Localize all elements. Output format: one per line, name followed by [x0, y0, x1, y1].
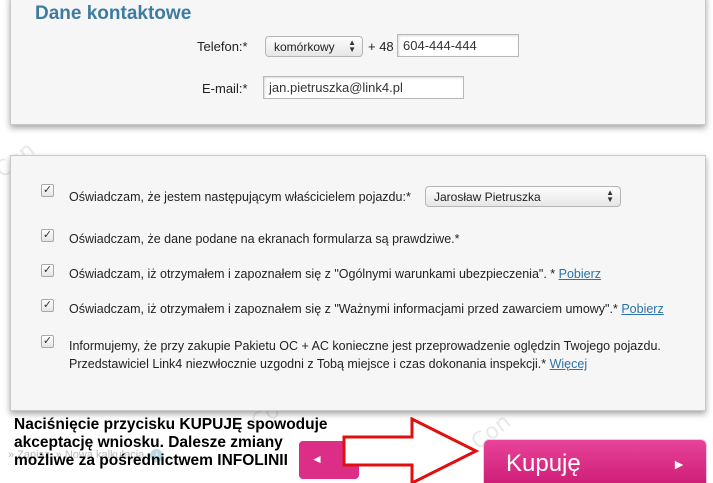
annotation-arrow-icon [342, 417, 480, 483]
declarations-panel: ✓ Oświadczam, że jestem następującym wła… [10, 155, 706, 411]
phone-label: Telefon:* [197, 39, 248, 54]
phone-type-value: komórkowy [274, 40, 335, 54]
important-info-declaration: Oświadczam, iż otrzymałem i zapoznałem s… [69, 300, 664, 318]
select-arrows-icon: ▲ ▼ [348, 38, 356, 54]
owner-select-value: Jarosław Pietruszka [434, 190, 541, 204]
inspection-line-1: Informujemy, że przy zakupie Pakietu OC … [69, 339, 661, 353]
general-terms-text: Oświadczam, iż otrzymałem i zapoznałem s… [69, 267, 556, 281]
phone-input-value: 604-444-444 [403, 38, 477, 53]
section-title: Dane kontaktowe [35, 3, 192, 24]
inspection-more-link[interactable]: Więcej [550, 357, 588, 371]
phone-prefix: + 48 [368, 39, 394, 54]
important-info-checkbox[interactable]: ✓ [41, 299, 54, 312]
owner-select[interactable]: Jarosław Pietruszka ▲ ▼ [425, 186, 621, 207]
inspection-checkbox[interactable]: ✓ [41, 335, 54, 348]
true-data-checkbox[interactable]: ✓ [41, 229, 54, 242]
select-arrows-icon: ▲ ▼ [606, 188, 614, 204]
inspection-line-2: Przedstawiciel Link4 niezwłocznie uzgodn… [69, 357, 547, 371]
email-input-value: jan.pietruszka@link4.pl [269, 80, 403, 95]
phone-input[interactable]: 604-444-444 [397, 34, 519, 57]
general-terms-declaration: Oświadczam, iż otrzymałem i zapoznałem s… [69, 265, 601, 283]
important-info-text: Oświadczam, iż otrzymałem i zapoznałem s… [69, 302, 618, 316]
important-info-download-link[interactable]: Pobierz [621, 302, 663, 316]
phone-type-select[interactable]: komórkowy ▲ ▼ [265, 36, 363, 57]
inspection-declaration-line-2: Przedstawiciel Link4 niezwłocznie uzgodn… [69, 355, 587, 373]
contact-panel: Dane kontaktowe Telefon:* komórkowy ▲ ▼ +… [10, 0, 706, 125]
purchase-note: Naciśnięcie przycisku KUPUJĘ spowoduje a… [14, 416, 328, 469]
general-terms-checkbox[interactable]: ✓ [41, 264, 54, 277]
general-terms-download-link[interactable]: Pobierz [559, 267, 601, 281]
buy-button-label: Kupuję [506, 450, 581, 477]
email-input[interactable]: jan.pietruszka@link4.pl [263, 76, 464, 99]
true-data-declaration-text: Oświadczam, że dane podane na ekranach f… [69, 232, 460, 246]
play-arrow-icon: ► [672, 456, 686, 472]
buy-button[interactable]: Kupuję ► [484, 440, 706, 483]
owner-declaration-text: Oświadczam, że jestem następującym właśc… [69, 190, 411, 204]
owner-checkbox[interactable]: ✓ [41, 184, 54, 197]
email-label: E-mail:* [202, 81, 248, 96]
